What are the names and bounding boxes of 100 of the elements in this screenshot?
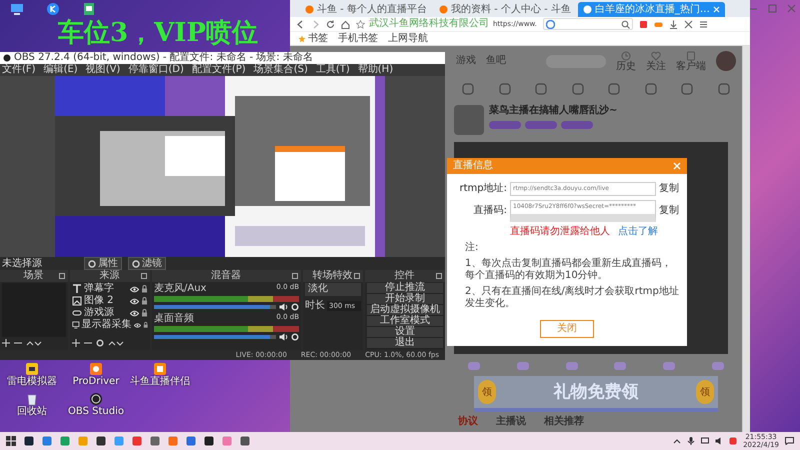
app-icon: [25, 392, 39, 406]
add-icon[interactable]: [72, 339, 80, 347]
gift-banner[interactable]: 领 礼物免费领 领: [474, 376, 718, 412]
up-down-icon[interactable]: [26, 339, 42, 347]
back-icon[interactable]: [296, 20, 305, 28]
search-icon: [620, 20, 630, 28]
control-button[interactable]: 退出: [367, 338, 443, 349]
copy-link[interactable]: 复制: [659, 183, 679, 195]
panel-title: 混音器: [211, 270, 241, 282]
microphone-icon[interactable]: [687, 437, 696, 445]
menu-item[interactable]: 文件(F): [2, 64, 36, 76]
dialog-title: 直播信息: [453, 160, 493, 172]
source-item[interactable]: 显示器采集: [72, 319, 148, 331]
control-button[interactable]: 启动虚拟摄像机: [367, 305, 443, 316]
toolbar-button[interactable]: 滤镜: [128, 257, 166, 270]
up-down-icon[interactable]: [108, 339, 124, 347]
eye-icon[interactable]: [130, 310, 139, 316]
volume-slider[interactable]: [154, 305, 276, 309]
bookmark-link[interactable]: 上网导航: [388, 32, 428, 44]
control-button[interactable]: 工作室模式: [367, 316, 443, 327]
menu-icon[interactable]: [698, 20, 708, 28]
menu-item[interactable]: 配置文件(P): [192, 64, 246, 76]
source-item[interactable]: 游戏源: [72, 307, 148, 319]
learn-more-link[interactable]: 点击了解: [618, 226, 658, 238]
scrollbar[interactable]: [742, 46, 750, 432]
channel-name: 麦克风/Aux: [154, 283, 206, 295]
lock-icon[interactable]: [141, 309, 148, 317]
overlay-caption: 车位3，VIP喷位: [58, 19, 258, 47]
search-field[interactable]: [542, 18, 633, 30]
warning-text: 直播码请勿泄露给他人: [510, 226, 610, 238]
icon-label: 回收站: [17, 406, 47, 418]
eye-icon[interactable]: [130, 298, 139, 304]
control-button[interactable]: 开始录制: [367, 294, 443, 305]
browser-tab[interactable]: 我的资料 - 个人中心 - 斗鱼: [434, 2, 576, 17]
lock-icon[interactable]: [142, 321, 148, 329]
start-icon[interactable]: [6, 436, 16, 446]
menu-item[interactable]: 编辑(E): [44, 64, 78, 76]
volume-slider[interactable]: [154, 335, 276, 339]
download-icon[interactable]: [668, 20, 678, 28]
selection-label: 未选择源: [2, 258, 43, 270]
app-icon: [89, 362, 103, 376]
source-type-icon: [72, 308, 82, 318]
lock-icon[interactable]: [141, 285, 148, 293]
speaker-icon[interactable]: [715, 437, 724, 445]
chevron-up-icon[interactable]: [673, 437, 682, 445]
star-icon: [298, 34, 306, 42]
icon-label: ProDriver: [72, 376, 120, 388]
icon-label: 雷电模拟器: [7, 376, 57, 388]
computer-icon: [10, 2, 24, 16]
menu-item[interactable]: 工具(T): [316, 64, 350, 76]
music-app-icon: [46, 2, 60, 16]
undock-icon[interactable]: [354, 273, 360, 279]
copy-link[interactable]: 复制: [659, 205, 679, 217]
add-icon[interactable]: [2, 339, 10, 347]
app-icon: [25, 362, 39, 376]
header-icon: [686, 50, 696, 60]
lock-icon[interactable]: [141, 297, 148, 305]
source-item[interactable]: 弹幕字: [72, 283, 148, 295]
transition-dropdown[interactable]: 淡化: [305, 283, 361, 296]
home-icon[interactable]: [341, 20, 350, 28]
claim-badge[interactable]: 领: [696, 380, 714, 404]
speaker-icon[interactable]: [279, 303, 288, 311]
gear-icon[interactable]: [96, 339, 104, 347]
undock-icon[interactable]: [292, 273, 298, 279]
gear-icon: [132, 260, 140, 268]
menu-item[interactable]: 帮助(H): [358, 64, 394, 76]
bookmark-link[interactable]: 书签: [298, 32, 328, 44]
toolbar-button[interactable]: 属性: [84, 257, 122, 270]
undock-icon[interactable]: [141, 273, 147, 279]
panel-title: 控件: [394, 270, 414, 282]
source-type-icon: [72, 296, 82, 306]
undock-icon[interactable]: [436, 273, 442, 279]
notification-icon[interactable]: [785, 437, 794, 445]
source-type-icon: [72, 320, 80, 330]
menu-item[interactable]: 视图(V): [86, 64, 120, 76]
menu-item[interactable]: 场景集合(S): [254, 64, 308, 76]
panel-title: 来源: [100, 270, 120, 282]
channel-name: 桌面音频: [154, 313, 194, 325]
browser-tab[interactable]: 斗鱼 - 每个人的直播平台: [300, 2, 432, 17]
eye-icon[interactable]: [134, 322, 141, 328]
undock-icon[interactable]: [59, 273, 65, 279]
gear-icon[interactable]: [291, 303, 299, 311]
gear-icon[interactable]: [291, 333, 299, 341]
eye-icon[interactable]: [130, 286, 139, 292]
menu-item[interactable]: 停靠窗口(D): [128, 64, 184, 76]
header-icon: [651, 50, 661, 60]
field-label: 直播码:: [472, 205, 507, 217]
speaker-icon[interactable]: [279, 333, 288, 341]
control-button[interactable]: 停止推流: [367, 283, 443, 294]
source-item[interactable]: 图像 2: [72, 295, 148, 307]
control-button[interactable]: 设置: [367, 327, 443, 338]
avatar[interactable]: [716, 51, 736, 71]
reload-icon[interactable]: [326, 20, 335, 28]
document-icon: [82, 2, 96, 16]
claim-badge[interactable]: 领: [478, 380, 496, 404]
site-name: 武汉斗鱼网络科技有限公司: [369, 18, 489, 30]
source-type-icon: [72, 284, 82, 294]
bookmark-link[interactable]: 手机书签: [338, 32, 378, 44]
note-text: 2、只有在直播间在线/离线时才会获取rtmp地址发生变化。: [464, 286, 679, 310]
search-engine-icon: [546, 20, 555, 28]
